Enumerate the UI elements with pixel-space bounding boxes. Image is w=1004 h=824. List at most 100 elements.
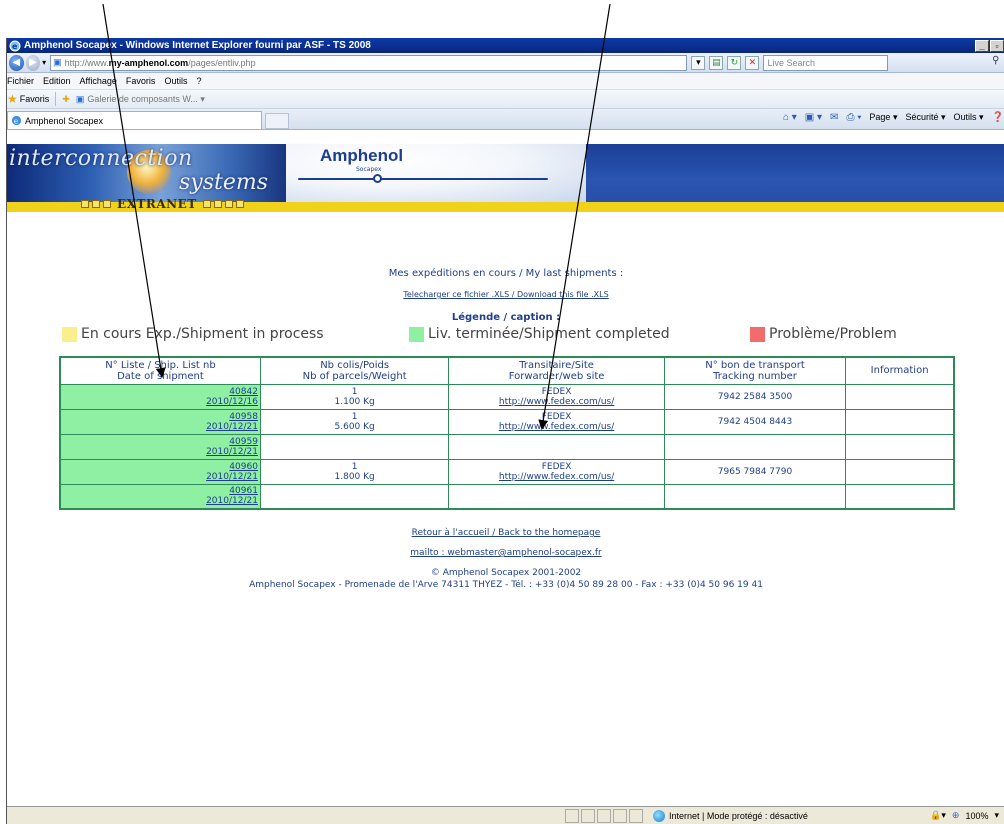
menu-outils[interactable]: Outils — [164, 76, 187, 86]
back-button[interactable]: ◀ — [9, 54, 24, 71]
list-nb-link[interactable]: 40961 — [61, 486, 258, 496]
legend-swatch-red — [750, 326, 765, 342]
parcel-count: 1 — [351, 461, 358, 472]
legend-swatch-yellow — [62, 326, 77, 342]
history-dropdown-icon[interactable]: ▾ — [42, 58, 46, 67]
tools-menu[interactable]: Outils ▾ — [954, 112, 984, 123]
favorites-button[interactable]: Favoris — [20, 94, 50, 104]
parcels-cell: 1 1.100 Kg — [259, 383, 450, 410]
forwarder-cell: FEDEX http://www.fedex.com/us/ — [448, 383, 665, 410]
shipment-date-link[interactable]: 2010/12/21 — [61, 447, 258, 457]
help-icon[interactable]: ❓ — [992, 112, 1004, 123]
status-segment — [597, 808, 611, 823]
forwarder-name: FEDEX — [541, 386, 572, 397]
webmaster-mail-link[interactable]: mailto : webmaster@amphenol-socapex.fr — [410, 548, 601, 558]
shipment-date-link[interactable]: 2010/12/21 — [61, 496, 258, 506]
tab-label: Amphenol Socapex — [25, 115, 104, 126]
logo-dot — [373, 174, 382, 183]
list-nb-cell: 40959 2010/12/21 — [59, 433, 261, 460]
url-path: /pages/entliv.php — [188, 57, 256, 68]
forwarder-cell — [448, 483, 665, 510]
minimize-button[interactable]: _ — [975, 39, 989, 52]
table-row: 40961 2010/12/21 — [59, 483, 955, 510]
svg-text:e: e — [12, 42, 18, 51]
menu-fichier[interactable]: Fichier — [7, 76, 34, 86]
back-home-link[interactable]: Retour à l'accueil / Back to the homepag… — [412, 528, 601, 538]
search-icon[interactable]: ⚲ — [988, 55, 1004, 71]
col-tracking: N° bon de transport Tracking number — [663, 356, 847, 385]
information-cell — [845, 383, 955, 410]
socapex-logo: Socapex — [356, 166, 382, 173]
search-field[interactable]: Live Search — [763, 54, 888, 71]
parcels-cell — [259, 433, 450, 460]
forwarder-site-link[interactable]: http://www.fedex.com/us/ — [499, 422, 614, 432]
list-nb-link[interactable]: 40960 — [61, 462, 258, 472]
menu-help[interactable]: ? — [196, 76, 201, 86]
menu-favoris[interactable]: Favoris — [126, 76, 156, 86]
tracking-cell: 7942 4504 8443 — [663, 408, 847, 435]
legend-swatch-green — [409, 326, 424, 342]
parcel-weight: 1.100 Kg — [334, 396, 375, 407]
security-zone-label: Internet | Mode protégé : désactivé — [669, 810, 808, 821]
maximize-button[interactable]: ▫ — [990, 39, 1004, 52]
stop-icon[interactable]: ✕ — [745, 55, 760, 70]
information-cell — [845, 433, 955, 460]
parcels-cell: 1 5.600 Kg — [259, 408, 450, 435]
list-nb-link[interactable]: 40959 — [61, 437, 258, 447]
parcel-weight: 5.600 Kg — [334, 421, 375, 432]
download-xls-link[interactable]: Telecharger ce fichier .XLS / Download t… — [403, 290, 608, 299]
command-bar: ⌂ ▾ ▣ ▾ ✉ ⎙ ▾ Page ▾ Sécurité ▾ Outils ▾… — [783, 112, 1004, 123]
list-nb-cell: 40958 2010/12/21 — [59, 408, 261, 435]
address-bar: ◀ ▶ ▾ ▣ http://www. my-amphenol.com /pag… — [7, 53, 1004, 73]
url-field[interactable]: ▣ http://www. my-amphenol.com /pages/ent… — [50, 54, 688, 71]
forwarder-name: FEDEX — [541, 411, 572, 422]
compat-view-icon[interactable]: ▤ — [709, 55, 724, 70]
table-header-row: N° Liste / Ship. List nb Date of shipment… — [59, 356, 955, 385]
tab-bar: e Amphenol Socapex ⌂ ▾ ▣ ▾ ✉ ⎙ ▾ Page ▾ … — [7, 109, 1004, 130]
forwarder-site-link[interactable]: http://www.fedex.com/us/ — [499, 472, 614, 482]
menu-edition[interactable]: Edition — [43, 76, 71, 86]
banner-blue-band — [586, 144, 1004, 202]
tracking-cell: 7942 2584 3500 — [663, 383, 847, 410]
feeds-icon[interactable]: ▣ ▾ — [805, 112, 822, 123]
gallery-link[interactable]: Galerie de composants W... ▾ — [87, 94, 205, 105]
forward-button[interactable]: ▶ — [25, 54, 41, 71]
list-nb-link[interactable]: 40842 — [61, 387, 258, 397]
forwarder-site-link[interactable]: http://www.fedex.com/us/ — [499, 397, 614, 407]
legend-problem: Problème/Problem — [750, 326, 897, 342]
favorites-separator — [55, 92, 57, 106]
print-icon[interactable]: ⎙ ▾ — [846, 112, 861, 123]
mail-icon[interactable]: ✉ — [830, 112, 838, 123]
list-nb-cell: 40842 2010/12/16 — [59, 383, 261, 410]
shipment-date-link[interactable]: 2010/12/16 — [61, 397, 258, 407]
information-cell — [845, 483, 955, 510]
favorites-bar: ★ Favoris ✚ ▣ Galerie de composants W...… — [7, 90, 1004, 109]
new-tab-button[interactable] — [265, 113, 289, 129]
list-nb-link[interactable]: 40958 — [61, 412, 258, 422]
parcel-count: 1 — [351, 386, 358, 397]
banner-line2: systems — [179, 170, 269, 195]
forwarder-cell: FEDEX http://www.fedex.com/us/ — [448, 408, 665, 435]
list-nb-cell: 40961 2010/12/21 — [59, 483, 261, 510]
home-icon[interactable]: ⌂ ▾ — [783, 112, 797, 123]
security-zone[interactable]: Internet | Mode protégé : désactivé — [653, 809, 808, 822]
add-favorite-icon[interactable]: ✚ — [62, 94, 70, 105]
shipment-date-link[interactable]: 2010/12/21 — [61, 472, 258, 482]
status-segment — [581, 808, 595, 823]
amphenol-logo-panel: Amphenol Socapex — [286, 144, 586, 202]
refresh-icon[interactable]: ↻ — [727, 55, 742, 70]
page-content: interconnection systems Amphenol Socapex… — [7, 144, 1004, 806]
table-row: 40958 2010/12/21 1 5.600 Kg FEDEX http://www.… — [59, 408, 955, 435]
table-row: 40959 2010/12/21 — [59, 433, 955, 460]
shipment-date-link[interactable]: 2010/12/21 — [61, 422, 258, 432]
tracking-cell: 7965 7984 7790 — [663, 458, 847, 485]
url-dropdown-icon[interactable]: ▾ — [691, 55, 706, 70]
menu-affichage[interactable]: Affichage — [80, 76, 117, 86]
col-forwarder: Transitaire/Site Forwarder/web site — [448, 356, 665, 385]
site-banner: interconnection systems Amphenol Socapex… — [7, 144, 1004, 212]
security-menu[interactable]: Sécurité ▾ — [905, 112, 945, 123]
tracking-cell — [663, 433, 847, 460]
tab-amphenol[interactable]: e Amphenol Socapex — [7, 111, 262, 129]
page-menu[interactable]: Page ▾ — [869, 112, 897, 123]
zoom-control[interactable]: 🔒▾ ⊕ 100% ▾ — [930, 810, 999, 821]
